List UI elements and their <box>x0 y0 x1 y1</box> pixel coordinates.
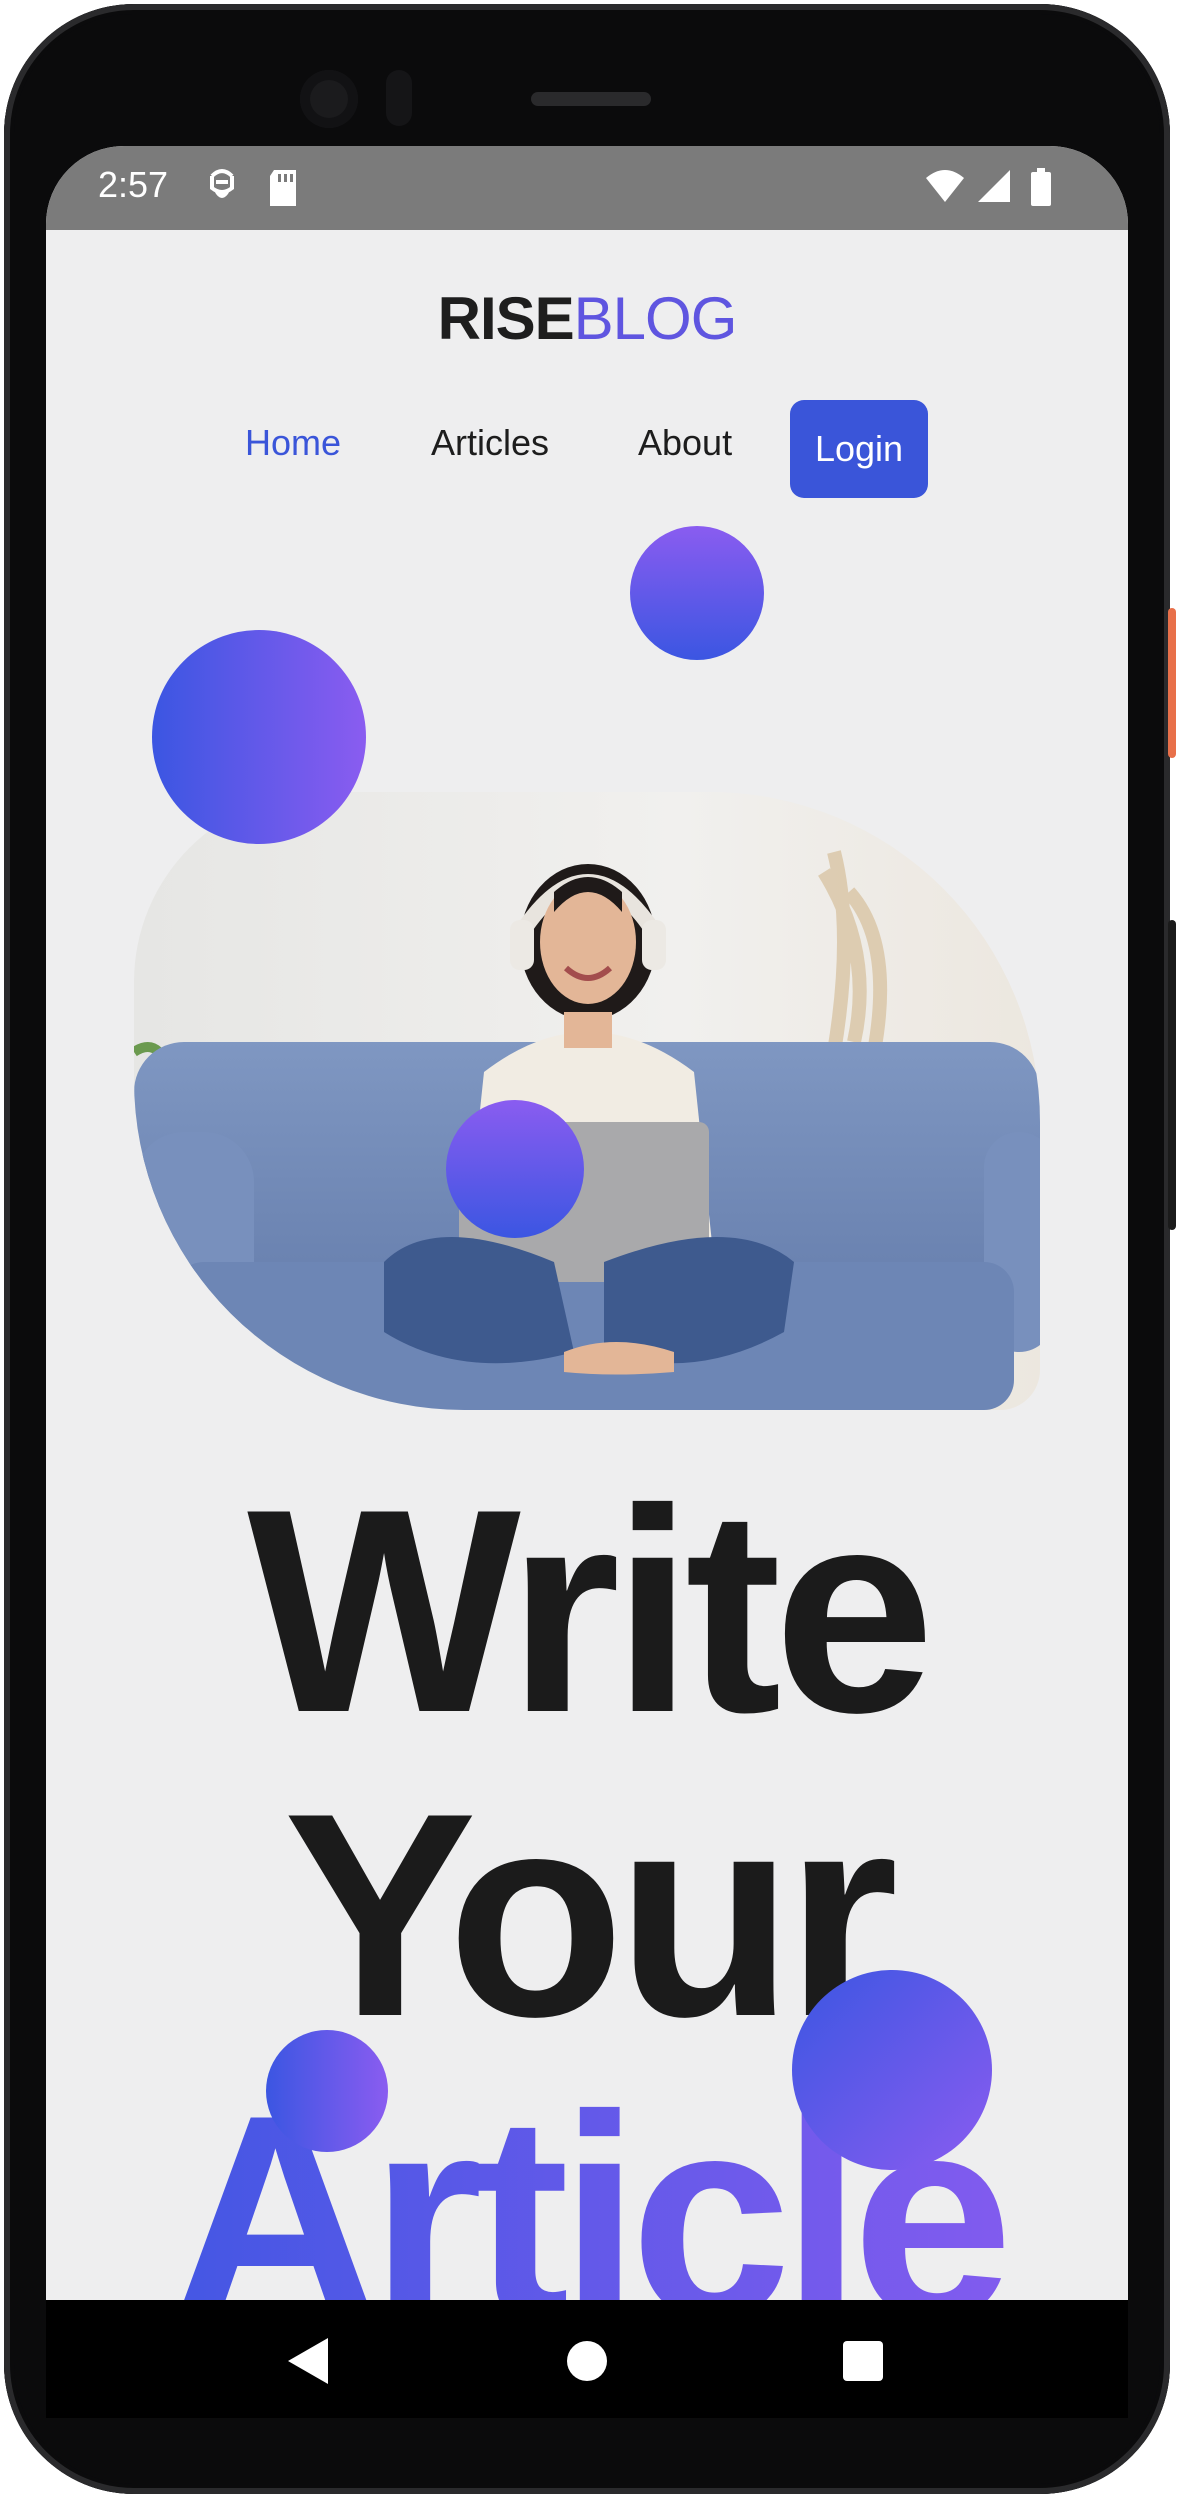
face-id-icon <box>206 168 238 212</box>
site-logo[interactable]: RISEBLOG <box>46 284 1128 353</box>
earpiece-speaker <box>531 92 651 106</box>
recents-icon[interactable] <box>842 2340 884 2386</box>
wifi-icon <box>924 168 966 208</box>
volume-button <box>1168 920 1176 1230</box>
decor-circle-top-right <box>630 526 764 660</box>
nav-item-about[interactable]: About <box>638 422 732 464</box>
home-icon[interactable] <box>566 2340 608 2386</box>
logo-blog: BLOG <box>573 285 738 352</box>
status-time: 2:57 <box>98 164 169 205</box>
woman-laptop-illustration <box>134 792 1040 1410</box>
decor-circle-center <box>446 1100 584 1238</box>
screen: 2:57 RISEBLOG Home Articles About Login … <box>46 146 1128 2418</box>
hero-line-1: Write <box>247 1449 935 1773</box>
decor-circle-bottom-left <box>266 2030 388 2152</box>
logo-rise: RISE <box>437 285 575 352</box>
battery-icon <box>1030 168 1052 210</box>
back-icon[interactable] <box>284 2336 330 2390</box>
system-nav-bar <box>46 2300 1128 2418</box>
front-camera <box>300 70 358 128</box>
page-content: RISEBLOG Home Articles About Login Write… <box>46 230 1128 2362</box>
status-bar: 2:57 <box>46 146 1128 230</box>
login-button[interactable]: Login <box>790 400 928 498</box>
hero-image <box>134 792 1040 1410</box>
proximity-sensor <box>386 70 412 126</box>
decor-circle-bottom-right <box>792 1970 992 2170</box>
sd-card-icon <box>268 168 298 212</box>
signal-icon <box>976 168 1012 208</box>
power-button <box>1168 608 1176 758</box>
main-nav: Home Articles About <box>46 400 1128 500</box>
nav-item-home[interactable]: Home <box>245 422 341 464</box>
nav-item-articles[interactable]: Articles <box>431 422 549 464</box>
decor-circle-left <box>152 630 366 844</box>
